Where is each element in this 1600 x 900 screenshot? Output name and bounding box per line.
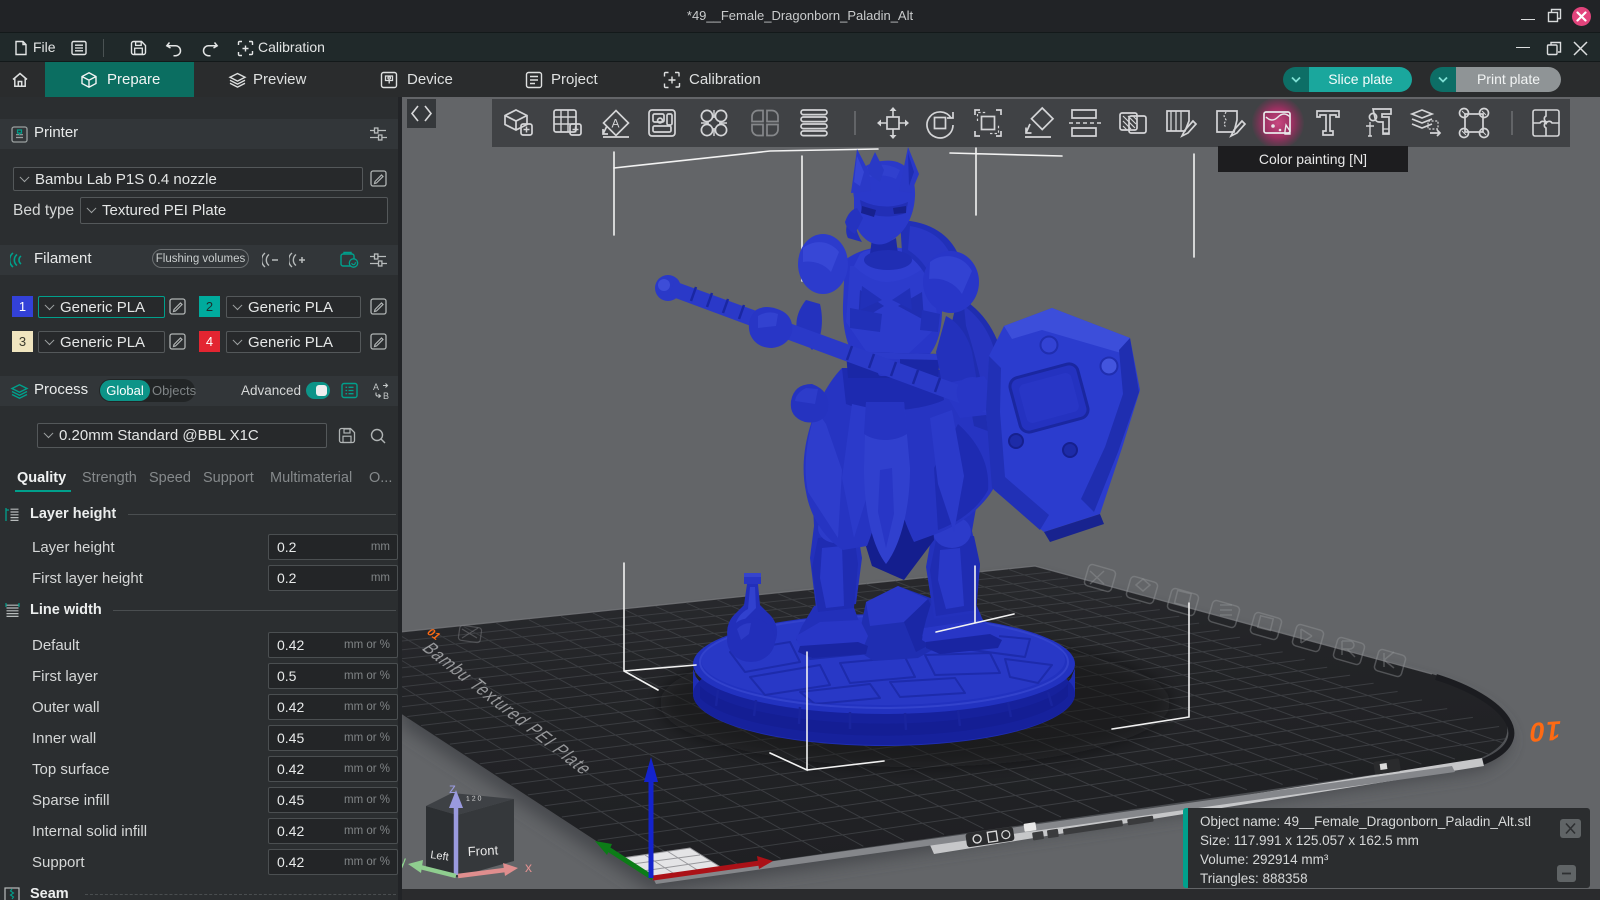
- svg-text:10: 10: [1527, 715, 1563, 748]
- svg-text:z: z: [449, 780, 456, 796]
- svg-text:Front: Front: [467, 842, 498, 859]
- svg-text:A: A: [612, 117, 620, 131]
- svg-text:x: x: [525, 859, 532, 875]
- svg-text:1 2 0: 1 2 0: [466, 795, 482, 803]
- svg-text:B: B: [383, 391, 389, 400]
- svg-text:A: A: [373, 382, 379, 392]
- svg-text:Left: Left: [430, 849, 450, 863]
